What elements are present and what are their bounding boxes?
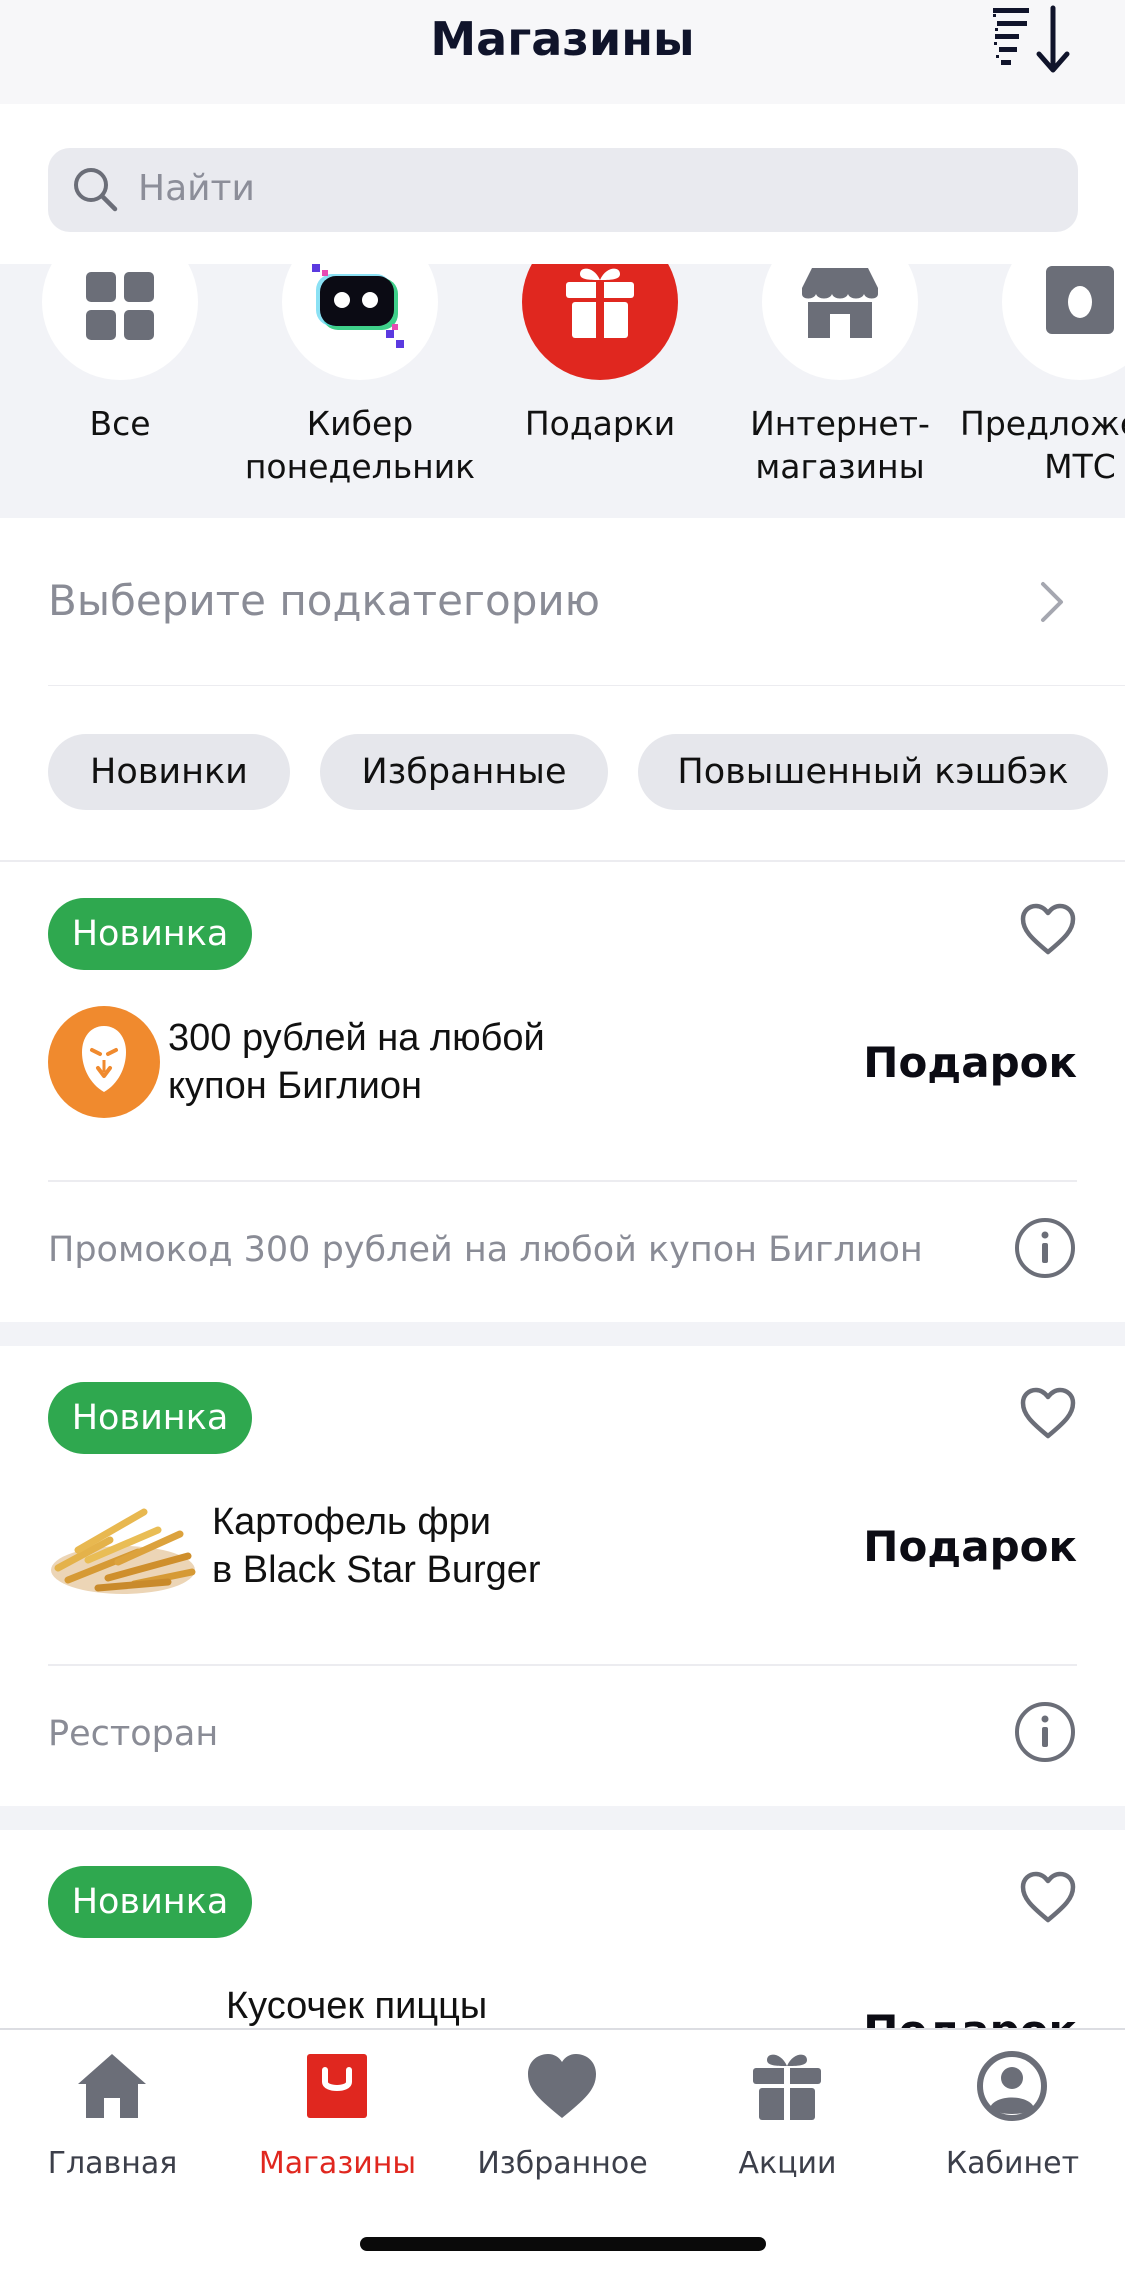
card-separator (0, 1322, 1125, 1346)
subcategory-placeholder: Выберите подкатегорию (48, 576, 601, 625)
new-badge: Новинка (48, 1382, 252, 1454)
offer-title-line: купон Биглион (168, 1065, 423, 1107)
sort-descending-icon (993, 5, 1070, 73)
category-label: Интернет-магазины (750, 404, 930, 486)
category-circle-active (522, 264, 678, 380)
chip-new[interactable]: Новинки (48, 734, 290, 810)
header: Магазины (0, 0, 1125, 104)
tab-label: Магазины (258, 2146, 417, 2181)
info-icon[interactable] (1013, 1216, 1077, 1280)
profile-icon (977, 2051, 1047, 2121)
divider (48, 1664, 1077, 1666)
offer-reward: Подарок (863, 1522, 1077, 1571)
offer-title-line: в Black Star Burger (212, 1549, 541, 1591)
new-badge: Новинка (48, 1866, 252, 1938)
info-icon[interactable] (1013, 1700, 1077, 1764)
sort-button[interactable] (993, 4, 1075, 76)
offer-title-line: 300 рублей на любой (168, 1017, 545, 1059)
category-carousel: Все Кибер понедельник Подарки Интернет-м… (0, 264, 1125, 518)
offer-card[interactable]: Новинка Картофель фри в Black Star Burge… (0, 1346, 1125, 1806)
offer-description: Ресторан (48, 1714, 219, 1754)
category-circle (282, 264, 438, 380)
offer-title: Кусочек пиццы (226, 1982, 487, 2030)
search-area: Найти (0, 104, 1125, 264)
category-label: Подарки (524, 404, 676, 443)
heart-icon (528, 2054, 596, 2118)
category-label: Предложения МТС (960, 404, 1125, 486)
cyber-monday-icon (312, 264, 404, 348)
search-icon (74, 168, 118, 212)
gift-icon (753, 2054, 821, 2120)
chip-increased-cashback[interactable]: Повышенный кэшбэк (638, 734, 1108, 810)
home-icon (78, 2054, 146, 2118)
category-circle (42, 264, 198, 380)
new-badge: Новинка (48, 898, 252, 970)
offer-title-line: Картофель фри (212, 1501, 491, 1543)
tab-label: Кабинет (945, 2146, 1080, 2181)
offer-title: 300 рублей на любой купон Биглион (168, 1014, 545, 1110)
gift-icon (566, 268, 634, 338)
tab-label: Акции (738, 2146, 837, 2181)
offer-description: Промокод 300 рублей на любой купон Бигли… (48, 1230, 923, 1270)
divider (48, 1180, 1077, 1182)
category-label: Все (89, 404, 151, 443)
card-separator (0, 1806, 1125, 1830)
offer-title: Картофель фри в Black Star Burger (212, 1498, 541, 1594)
page-title: Магазины (430, 12, 695, 66)
chevron-right-icon (1041, 582, 1063, 622)
grid-icon (86, 272, 154, 340)
chip-favorites[interactable]: Избранные (320, 734, 608, 810)
category-label: Кибер понедельник (244, 404, 476, 486)
category-circle (762, 264, 918, 380)
category-circle (1002, 264, 1125, 380)
offer-card[interactable]: Новинка 300 рублей на любой купон Биглио… (0, 862, 1125, 1322)
subcategory-selector[interactable]: Выберите подкатегорию (0, 518, 1125, 687)
heart-outline-icon[interactable] (1019, 1870, 1077, 1924)
tab-label: Избранное (477, 2146, 648, 2181)
screen: Магазины Найти Все Кибер понедельник Под… (0, 0, 1125, 2279)
heart-outline-icon[interactable] (1019, 902, 1077, 956)
home-indicator[interactable] (360, 2237, 766, 2251)
french-fries-image (51, 1508, 196, 1594)
offer-title-line: Кусочек пиццы (226, 1985, 488, 2027)
store-icon (802, 268, 878, 338)
heart-outline-icon[interactable] (1019, 1386, 1077, 1440)
search-placeholder: Найти (138, 168, 255, 209)
shop-bag-icon (307, 2054, 367, 2118)
search-input[interactable]: Найти (48, 148, 1078, 232)
offer-reward: Подарок (863, 1038, 1077, 1087)
mts-icon (1046, 266, 1114, 334)
filter-chips: Новинки Избранные Повышенный кэшбэк (0, 686, 1125, 862)
tab-label: Главная (47, 2146, 178, 2181)
